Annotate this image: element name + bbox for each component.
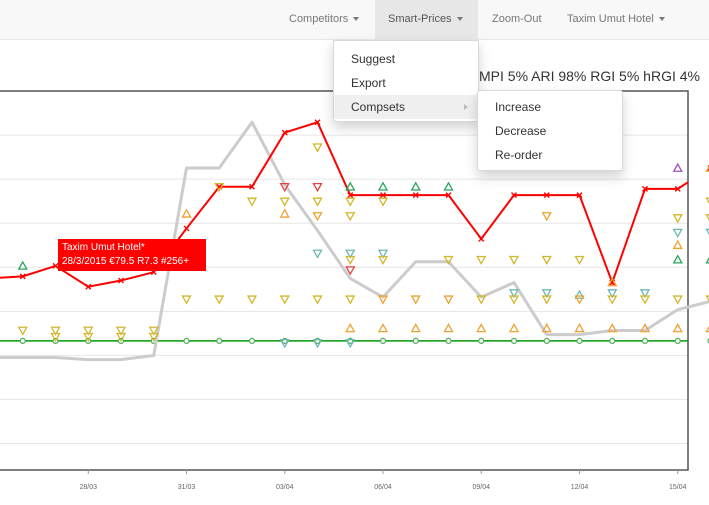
competitor-marker [476,323,487,333]
competitor-marker [377,181,389,191]
baseline-point [445,337,452,344]
competitor-marker [345,197,356,207]
competitor-marker [17,260,28,270]
competitor-marker [443,295,454,305]
competitor-marker [377,197,389,207]
chevron-right-icon [464,104,468,110]
x-tick-label: 31/03 [178,484,196,491]
submenu-item-decrease[interactable]: Decrease [478,119,622,143]
competitor-marker [410,295,421,305]
x-tick-label: 15/04 [669,484,687,491]
x-tick-label: 28/03 [79,484,97,491]
competitor-marker [312,182,323,193]
competitor-marker [246,295,258,305]
competitor-marker [279,295,290,305]
menu-item-suggest-label: Suggest [351,52,396,66]
chart-tooltip: Taxim Umut Hotel* 28/3/2015 €79.5 R7.3 #… [58,239,206,271]
submenu-item-decrease-label: Decrease [495,124,547,138]
competitor-marker [345,323,356,333]
competitor-marker [214,295,225,305]
competitor-marker [508,255,520,266]
competitor-marker [345,295,356,305]
competitor-marker [672,228,683,238]
competitor-marker [410,323,421,333]
metrics-text: MPI 5% ARI 98% RGI 5% hRGI 4% [479,68,700,84]
compsets-submenu: Increase Decrease Re-order [477,90,623,171]
competitor-marker [574,323,585,333]
smart-prices-dropdown: Suggest Export Compsets [333,40,479,122]
menu-item-export[interactable]: Export [334,71,478,95]
competitor-marker [17,326,28,336]
competitor-marker [312,197,323,207]
baseline-point [674,337,681,344]
baseline-point [478,337,485,344]
competitor-marker [574,295,585,305]
submenu-item-increase-label: Increase [495,100,542,114]
own-hotel-point [478,235,485,242]
competitor-marker [312,295,323,305]
baseline-point [248,337,256,344]
submenu-item-increase[interactable]: Increase [478,95,622,119]
baseline-point [412,337,419,344]
baseline-point [510,337,518,344]
competitor-marker [312,143,323,153]
baseline-point [641,337,649,344]
baseline-point [543,337,550,344]
competitor-marker [345,181,356,191]
competitor-marker [672,295,683,305]
submenu-item-reorder-label: Re-order [495,148,543,162]
competitor-marker [574,255,585,266]
competitor-marker [508,323,520,333]
x-tick-label: 12/04 [571,484,589,491]
competitor-marker [672,214,683,224]
competitor-marker [672,254,683,264]
competitor-marker [377,323,389,333]
x-tick-label: 09/04 [472,484,490,491]
competitor-marker [279,208,290,218]
competitor-marker [345,212,356,222]
own-hotel-point [183,225,190,232]
menu-item-suggest[interactable]: Suggest [334,47,478,71]
menu-item-export-label: Export [351,76,386,90]
submenu-item-reorder[interactable]: Re-order [478,143,622,167]
x-tick-label: 03/04 [276,484,294,491]
competitor-marker [410,181,421,191]
x-tick-label: 06/04 [374,484,392,491]
competitor-marker [312,212,323,222]
competitor-marker [181,295,192,305]
competitor-marker [443,323,454,333]
tooltip-detail: 28/3/2015 €79.5 R7.3 #256+ [62,256,190,267]
competitor-marker [672,239,683,249]
competitor-marker [279,197,290,207]
baseline-point [576,337,583,344]
competitor-marker [672,323,683,333]
competitor-marker [541,255,552,266]
baseline-point [216,337,223,344]
baseline-point [19,337,26,344]
competitor-marker [246,197,258,207]
competitor-marker [476,255,487,266]
competitor-marker [541,212,552,222]
baseline-point [609,337,616,344]
competitor-marker [443,181,454,191]
tooltip-title: Taxim Umut Hotel* [62,242,145,253]
menu-item-compsets[interactable]: Compsets [334,95,478,119]
competitor-marker [312,249,323,259]
competitor-marker [672,162,683,172]
baseline-point [183,337,190,344]
chart-x-ticks: 28/03 31/03 03/04 06/04 09/04 12/04 15/04 [79,470,687,491]
menu-item-compsets-label: Compsets [351,100,406,114]
competitor-marker [181,208,192,218]
baseline-point [379,337,387,344]
